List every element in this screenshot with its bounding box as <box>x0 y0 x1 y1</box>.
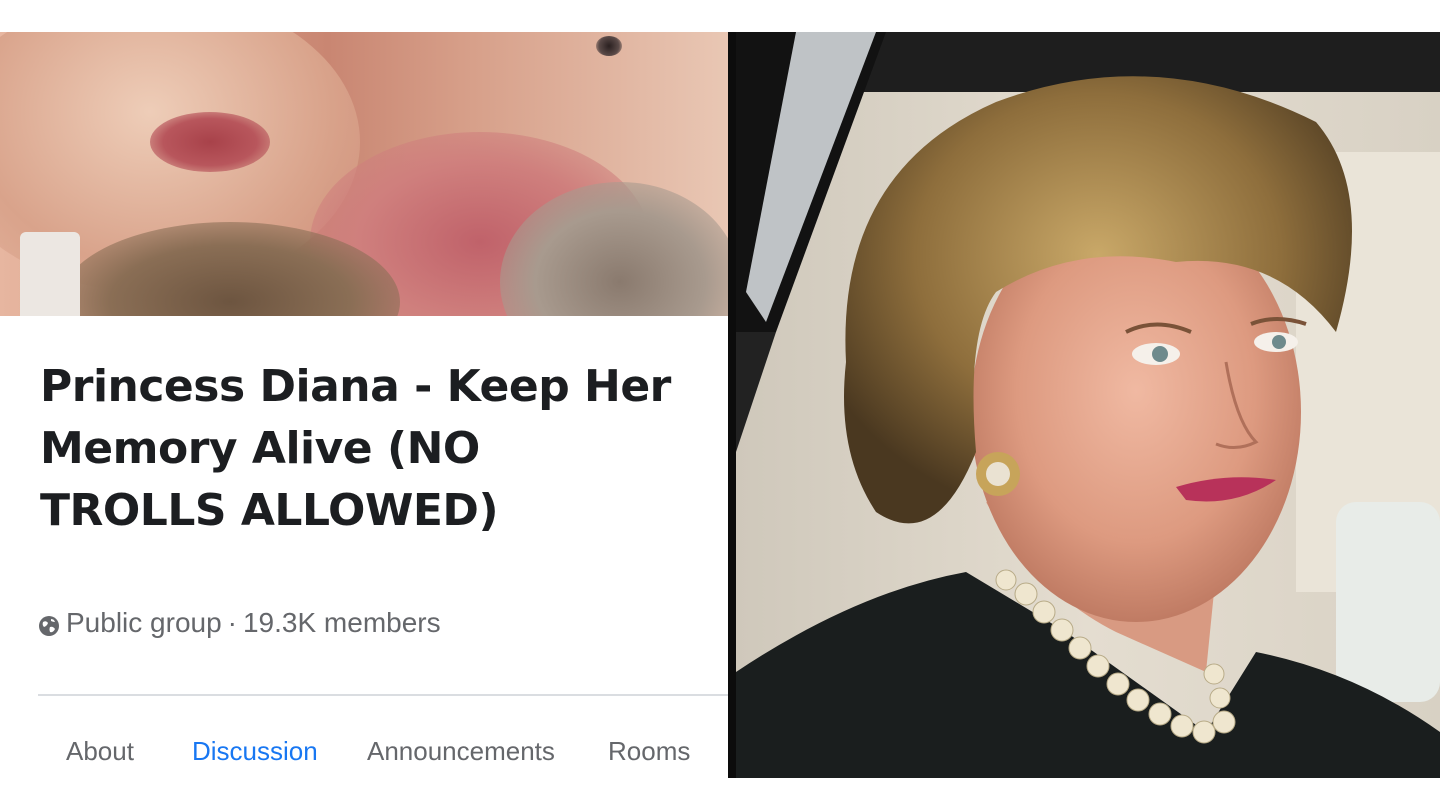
tab-discussion[interactable]: Discussion <box>192 736 318 767</box>
tab-announcements[interactable]: Announcements <box>367 736 555 767</box>
portrait-illustration <box>736 32 1440 778</box>
group-meta: Public group · 19.3K members <box>38 606 441 640</box>
member-count[interactable]: 19.3K members <box>243 607 441 639</box>
tab-about[interactable]: About <box>66 736 134 767</box>
portrait-photo <box>728 32 1440 778</box>
divider <box>38 694 728 696</box>
group-tabs: About Discussion Announcements Rooms <box>0 736 728 776</box>
privacy-label[interactable]: Public group <box>66 607 222 639</box>
tab-rooms[interactable]: Rooms <box>608 736 690 767</box>
globe-icon <box>38 612 60 636</box>
group-title: Princess Diana - Keep Her Memory Alive (… <box>40 361 671 536</box>
group-cover-photo <box>0 32 728 316</box>
group-info: Princess Diana - Keep Her Memory Alive (… <box>0 316 728 778</box>
meta-separator: · <box>227 607 237 638</box>
facebook-group-screenshot: Princess Diana - Keep Her Memory Alive (… <box>0 32 728 778</box>
